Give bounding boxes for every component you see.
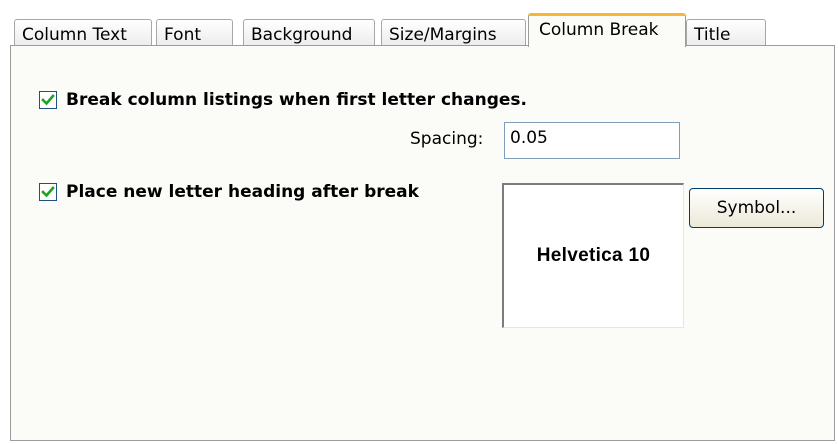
checkmark-icon [41, 94, 55, 106]
tab-label: Background [251, 25, 353, 45]
font-preview-text: Helvetica 10 [536, 245, 651, 266]
tab-title[interactable]: Title [686, 19, 766, 46]
font-preview-box: Helvetica 10 [502, 183, 684, 328]
spacing-label: Spacing: [410, 129, 484, 149]
tab-label: Title [694, 25, 731, 45]
tab-column-break[interactable]: Column Break [528, 13, 686, 47]
symbol-button[interactable]: Symbol... [689, 188, 824, 228]
tab-label: Column Break [539, 20, 659, 40]
break-column-checkbox[interactable] [39, 91, 57, 109]
place-heading-checkbox[interactable] [39, 183, 57, 201]
checkmark-icon [41, 186, 55, 198]
tab-size-margins[interactable]: Size/Margins [381, 19, 526, 46]
tab-label: Font [164, 25, 202, 45]
place-heading-label: Place new letter heading after break [66, 182, 419, 202]
tab-font[interactable]: Font [156, 19, 233, 46]
column-break-panel: Break column listings when first letter … [10, 45, 835, 441]
break-column-label: Break column listings when first letter … [66, 90, 528, 110]
tab-background[interactable]: Background [243, 19, 375, 46]
tab-label: Size/Margins [389, 25, 497, 45]
tab-label: Column Text [22, 25, 127, 45]
spacing-input[interactable]: 0.05 [504, 122, 680, 159]
tab-column-text[interactable]: Column Text [14, 19, 152, 46]
